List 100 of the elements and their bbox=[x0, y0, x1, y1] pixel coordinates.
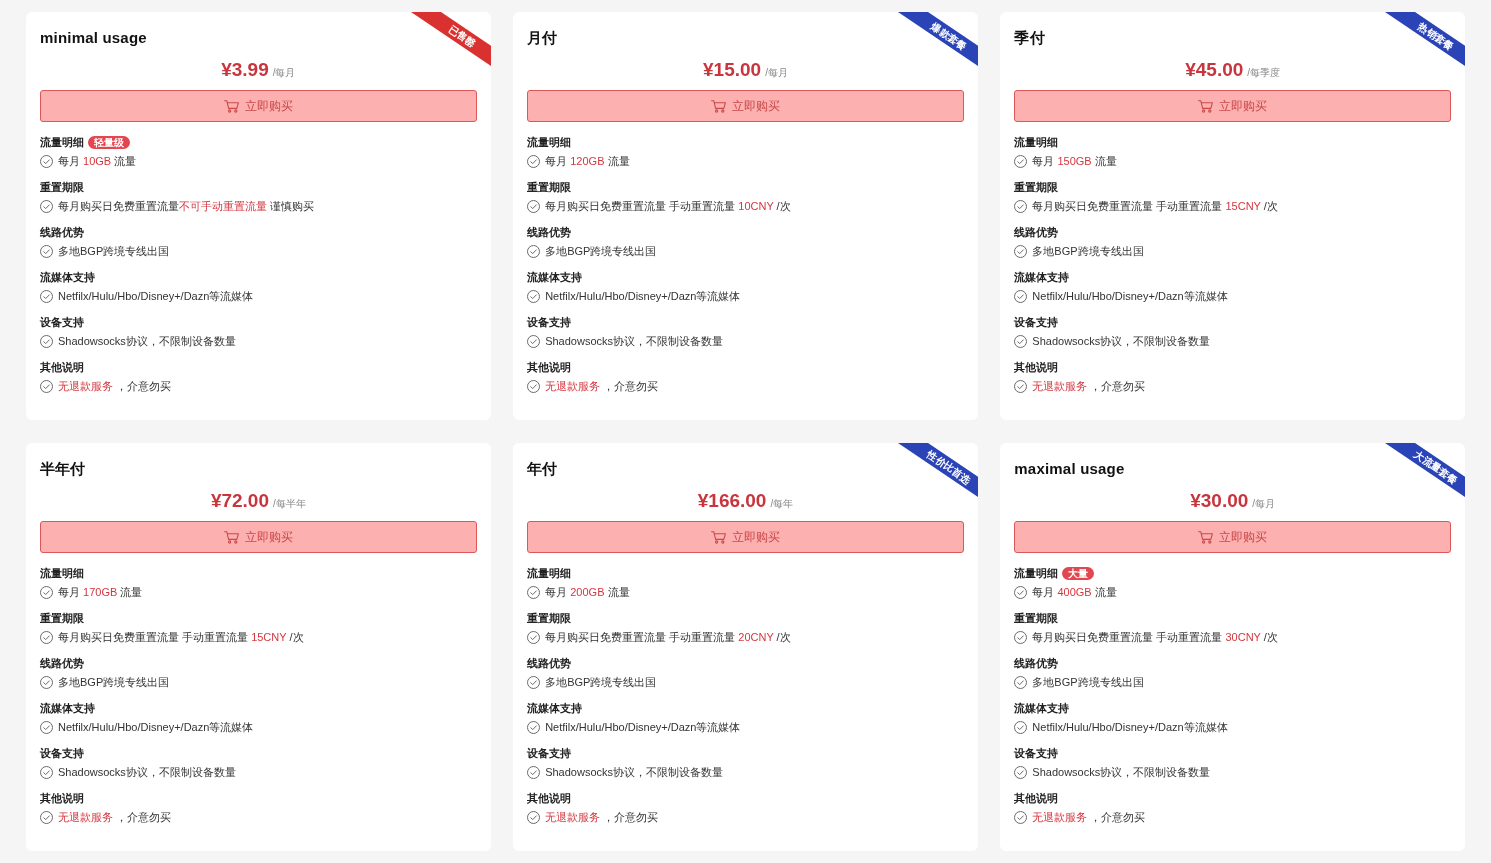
section-heading: 流量明细 bbox=[1014, 566, 1059, 581]
section-heading: 线路优势 bbox=[1014, 225, 1059, 240]
section-heading: 重置期限 bbox=[1014, 611, 1059, 626]
check-circle-icon bbox=[40, 200, 53, 213]
section-heading: 其他说明 bbox=[1014, 360, 1059, 375]
section-heading: 重置期限 bbox=[527, 180, 572, 195]
feature-text: 每月购买日免费重置流量 手动重置流量 15CNY /次 bbox=[58, 630, 304, 645]
check-circle-icon bbox=[1014, 335, 1028, 348]
feature-text: 每月购买日免费重置流量 手动重置流量 15CNY /次 bbox=[1032, 199, 1278, 214]
check-circle-icon bbox=[527, 676, 541, 689]
section-heading: 线路优势 bbox=[527, 656, 572, 671]
buy-button[interactable]: 立即购买 bbox=[40, 521, 477, 553]
feature-text: 多地BGP跨境专线出国 bbox=[1032, 244, 1144, 259]
check-circle-icon bbox=[1014, 766, 1028, 779]
check-circle-icon bbox=[1014, 631, 1028, 644]
feature-text: 多地BGP跨境专线出国 bbox=[1032, 675, 1144, 690]
corner-ribbon: 已售罄 bbox=[410, 12, 491, 66]
check-circle-icon bbox=[40, 676, 53, 689]
section-heading: 重置期限 bbox=[527, 611, 572, 626]
tier-badge: 大量 bbox=[1062, 567, 1095, 580]
section-heading: 线路优势 bbox=[1014, 656, 1059, 671]
plan-title: 季付 bbox=[1014, 28, 1045, 48]
check-circle-icon bbox=[1014, 811, 1028, 824]
check-circle-icon bbox=[40, 155, 53, 168]
feature-text: Shadowsocks协议，不限制设备数量 bbox=[545, 334, 724, 349]
section-heading: 线路优势 bbox=[40, 225, 84, 240]
feature-text: Shadowsocks协议，不限制设备数量 bbox=[1032, 334, 1211, 349]
section-heading: 线路优势 bbox=[527, 225, 572, 240]
plan-price: ¥166.00 bbox=[697, 489, 767, 513]
check-circle-icon bbox=[527, 811, 541, 824]
check-circle-icon bbox=[40, 766, 53, 779]
price-period: /每月 bbox=[765, 66, 788, 80]
cart-icon bbox=[711, 530, 726, 544]
check-circle-icon bbox=[527, 586, 541, 599]
tier-badge: 轻量级 bbox=[88, 136, 130, 149]
section-heading: 线路优势 bbox=[40, 656, 84, 671]
check-circle-icon bbox=[527, 380, 541, 393]
check-circle-icon bbox=[40, 380, 53, 393]
section-heading: 重置期限 bbox=[1014, 180, 1059, 195]
check-circle-icon bbox=[527, 631, 541, 644]
section-heading: 流媒体支持 bbox=[1014, 270, 1070, 285]
section-heading: 其他说明 bbox=[527, 791, 572, 806]
check-circle-icon bbox=[1014, 380, 1028, 393]
feature-text: 无退款服务 ，介意勿买 bbox=[1032, 810, 1146, 825]
buy-button[interactable]: 立即购买 bbox=[1014, 521, 1451, 553]
section-heading: 设备支持 bbox=[40, 315, 84, 330]
plan-price: ¥45.00 bbox=[1185, 58, 1244, 82]
check-circle-icon bbox=[527, 290, 541, 303]
section-heading: 设备支持 bbox=[1014, 315, 1059, 330]
cart-icon bbox=[711, 99, 726, 113]
buy-button[interactable]: 立即购买 bbox=[527, 521, 964, 553]
check-circle-icon bbox=[40, 335, 53, 348]
section-heading: 流媒体支持 bbox=[40, 270, 95, 285]
plan-title: minimal usage bbox=[40, 28, 147, 48]
corner-ribbon: 爆款套餐 bbox=[897, 12, 978, 66]
buy-button[interactable]: 立即购买 bbox=[1014, 90, 1451, 122]
check-circle-icon bbox=[1014, 245, 1028, 258]
buy-button[interactable]: 立即购买 bbox=[40, 90, 477, 122]
check-circle-icon bbox=[40, 245, 53, 258]
corner-ribbon: 大流量套餐 bbox=[1385, 443, 1465, 497]
plan-price: ¥30.00 bbox=[1190, 489, 1249, 513]
feature-text: 每月 200GB 流量 bbox=[545, 585, 630, 600]
plan-title: 半年付 bbox=[40, 459, 86, 479]
feature-text: Netfilx/Hulu/Hbo/Disney+/Dazn等流媒体 bbox=[545, 289, 741, 304]
section-heading: 其他说明 bbox=[40, 360, 84, 375]
feature-text: Netfilx/Hulu/Hbo/Disney+/Dazn等流媒体 bbox=[58, 720, 254, 735]
cart-icon bbox=[223, 530, 239, 544]
feature-text: 每月 150GB 流量 bbox=[1032, 154, 1117, 169]
feature-text: 每月 120GB 流量 bbox=[545, 154, 630, 169]
feature-text: 无退款服务 ，介意勿买 bbox=[58, 810, 172, 825]
price-period: /每季度 bbox=[1247, 66, 1281, 80]
feature-text: 无退款服务 ，介意勿买 bbox=[545, 810, 659, 825]
check-circle-icon bbox=[40, 586, 53, 599]
check-circle-icon bbox=[40, 721, 53, 734]
check-circle-icon bbox=[1014, 721, 1028, 734]
check-circle-icon bbox=[527, 721, 541, 734]
section-heading: 其他说明 bbox=[40, 791, 84, 806]
section-heading: 流量明细 bbox=[1014, 135, 1059, 150]
feature-text: 多地BGP跨境专线出国 bbox=[545, 244, 657, 259]
plan-title: 年付 bbox=[527, 459, 558, 479]
section-heading: 其他说明 bbox=[1014, 791, 1059, 806]
price-period: /每月 bbox=[1252, 497, 1276, 511]
feature-text: Netfilx/Hulu/Hbo/Disney+/Dazn等流媒体 bbox=[1032, 289, 1228, 304]
section-heading: 流媒体支持 bbox=[527, 270, 583, 285]
feature-text: Netfilx/Hulu/Hbo/Disney+/Dazn等流媒体 bbox=[1032, 720, 1228, 735]
section-heading: 其他说明 bbox=[527, 360, 572, 375]
feature-text: 每月购买日免费重置流量 手动重置流量 30CNY /次 bbox=[1032, 630, 1278, 645]
check-circle-icon bbox=[1014, 586, 1028, 599]
feature-text: Shadowsocks协议，不限制设备数量 bbox=[1032, 765, 1211, 780]
section-heading: 设备支持 bbox=[1014, 746, 1059, 761]
section-heading: 设备支持 bbox=[527, 746, 572, 761]
check-circle-icon bbox=[40, 811, 53, 824]
check-circle-icon bbox=[527, 245, 541, 258]
plan-price: ¥3.99 bbox=[221, 58, 269, 82]
section-heading: 流量明细 bbox=[40, 566, 84, 581]
check-circle-icon bbox=[1014, 155, 1028, 168]
price-period: /每半年 bbox=[273, 497, 306, 511]
check-circle-icon bbox=[527, 766, 541, 779]
feature-text: Netfilx/Hulu/Hbo/Disney+/Dazn等流媒体 bbox=[58, 289, 254, 304]
buy-button[interactable]: 立即购买 bbox=[527, 90, 964, 122]
